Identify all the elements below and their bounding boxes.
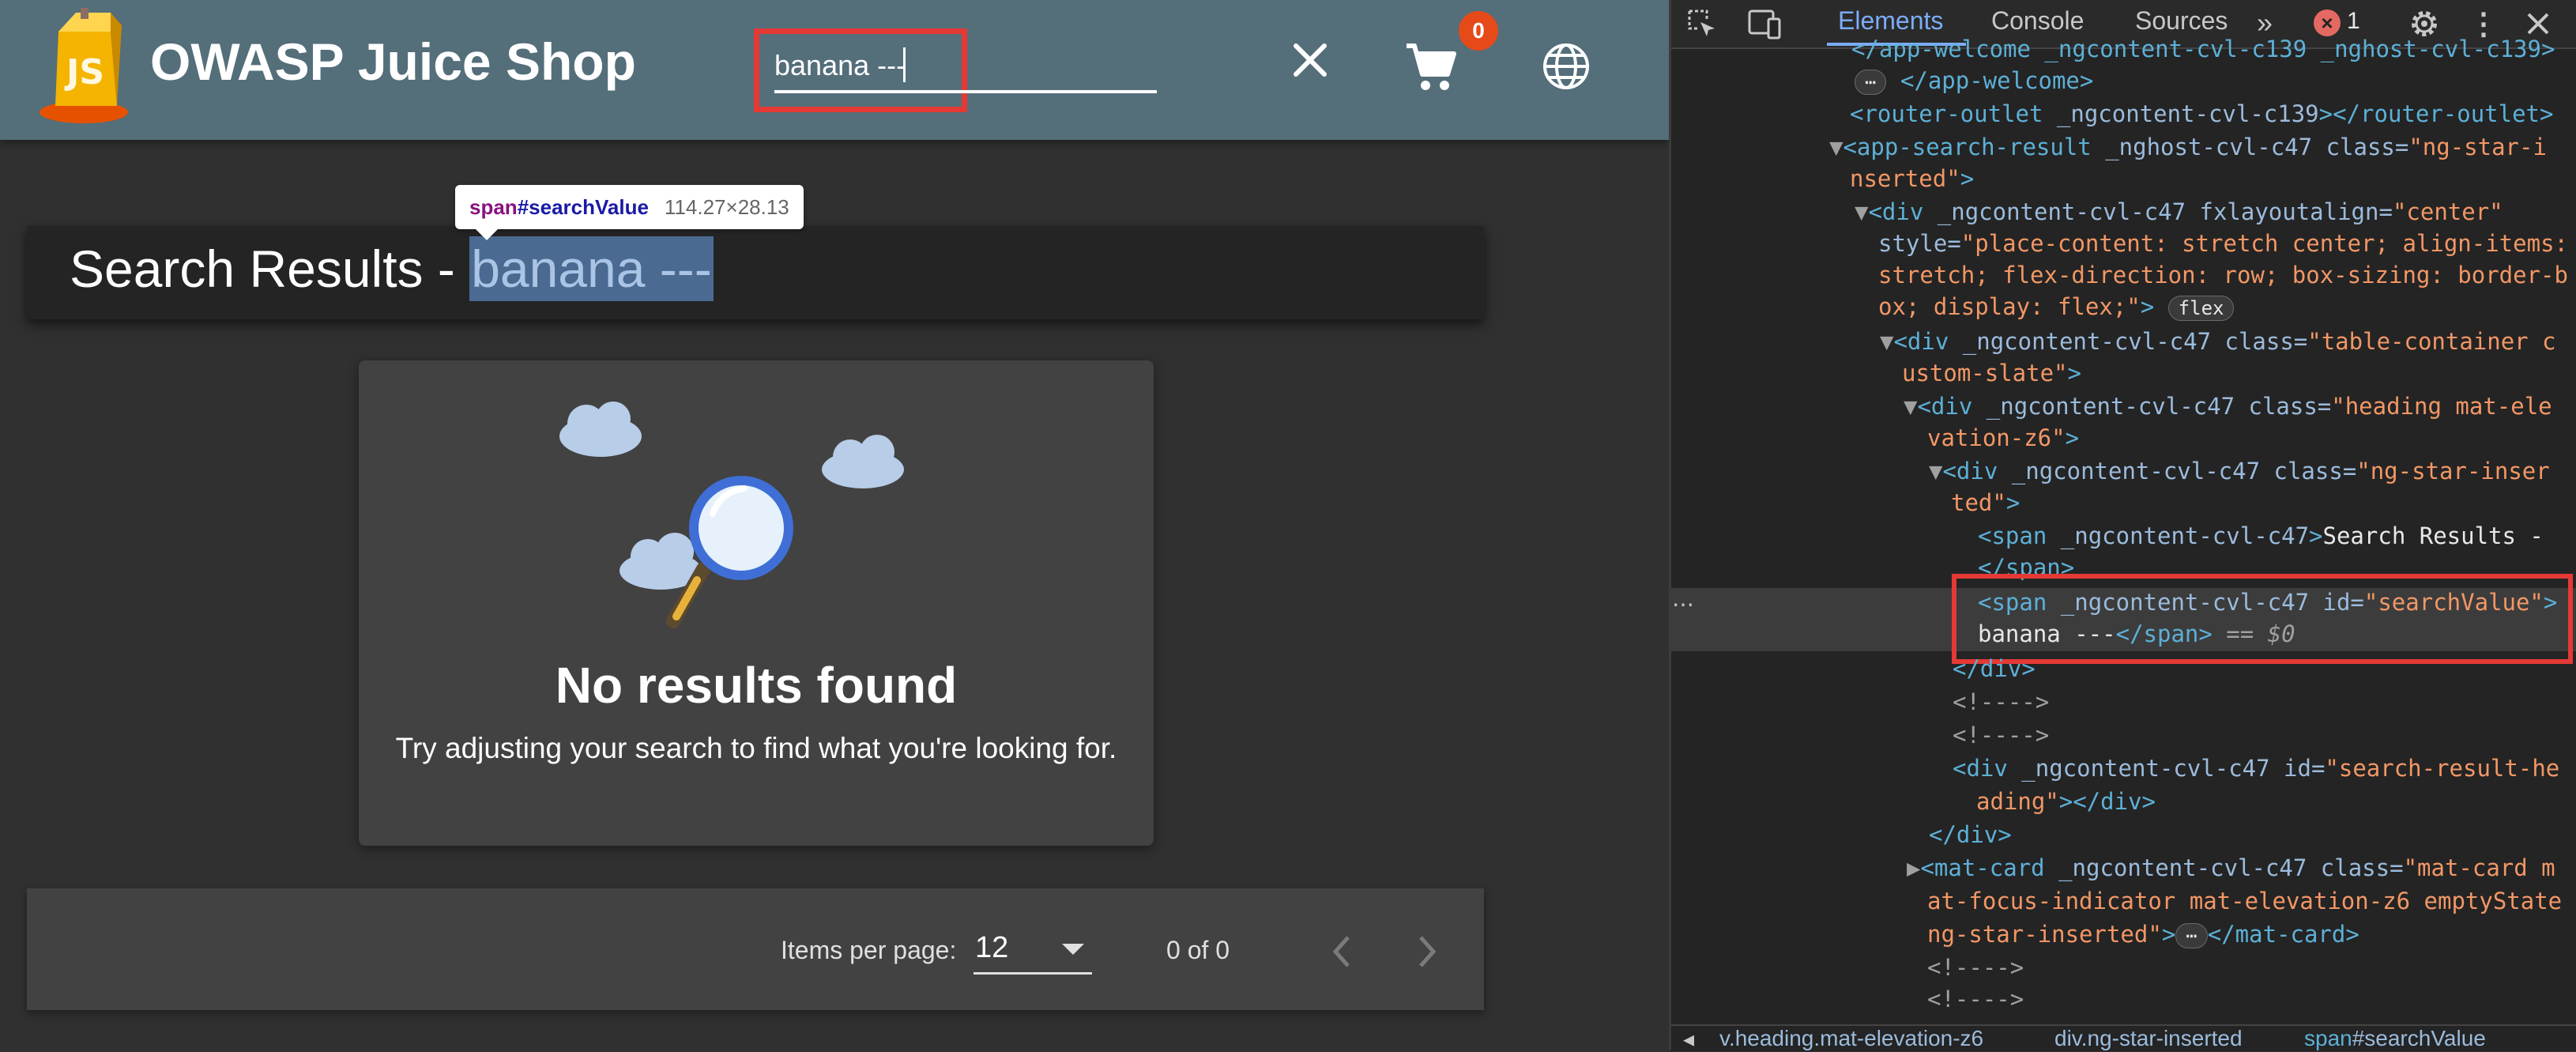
tooltip-size: 114.27×28.13	[664, 194, 789, 219]
tab-console[interactable]: Console	[1991, 6, 2084, 36]
items-per-page-select[interactable]: 12	[975, 931, 1008, 965]
dom-line[interactable]: ted">	[1671, 487, 2020, 518]
collapsed-ellipsis[interactable]: ⋯	[2175, 923, 2208, 948]
dom-line[interactable]: ustom-slate">	[1671, 357, 2081, 389]
selected-node-highlight-box	[1952, 574, 2573, 664]
items-per-page-underline	[974, 972, 1092, 975]
paginator-range-label: 0 of 0	[1166, 936, 1230, 964]
search-value-span[interactable]: banana ---	[469, 236, 714, 301]
dom-line[interactable]: <span _ngcontent-cvl-c47>Search Results …	[1671, 520, 2544, 552]
dom-line[interactable]: <!---->	[1671, 719, 2049, 751]
app-title[interactable]: OWASP Juice Shop	[150, 32, 636, 92]
chevron-down-icon[interactable]	[1062, 944, 1084, 955]
dom-line[interactable]: style="place-content: stretch center; al…	[1671, 228, 2568, 259]
dom-line[interactable]: vation-z6">	[1671, 422, 2079, 454]
tab-elements[interactable]: Elements	[1838, 6, 1943, 36]
dom-line[interactable]: ox; display: flex;"> flex	[1671, 291, 2235, 322]
dom-line[interactable]: <!---->	[1671, 686, 2049, 718]
breadcrumb-item[interactable]: v.heading.mat-elevation-z6	[1719, 1026, 1983, 1051]
search-input-underline	[774, 90, 1157, 93]
shopping-cart-icon[interactable]	[1403, 40, 1459, 95]
close-search-icon[interactable]	[1286, 36, 1334, 84]
dom-line[interactable]: at-focus-indicator mat-elevation-z6 empt…	[1671, 885, 2562, 917]
dom-line[interactable]: ading"></div>	[1671, 786, 2156, 817]
dom-line[interactable]: <!---->	[1671, 952, 2024, 983]
dom-line[interactable]: ▼<div _ngcontent-cvl-c47 fxlayoutalign="…	[1671, 196, 2503, 228]
svg-text:JS: JS	[64, 52, 104, 92]
tooltip-tag: span	[469, 194, 518, 219]
dom-line[interactable]: </div>	[1671, 653, 2036, 684]
dom-line[interactable]: <!---->	[1671, 983, 2024, 1015]
no-results-illustration	[559, 402, 904, 628]
juice-shop-logo[interactable]: JS	[35, 8, 137, 126]
collapsed-ellipsis[interactable]: ⋯	[1855, 70, 1887, 95]
dom-line[interactable]: ng-star-inserted"> ⋯ </mat-card>	[1671, 918, 2359, 950]
search-results-prefix: Search Results -	[70, 239, 470, 298]
dom-line[interactable]: <router-outlet _ngcontent-cvl-c139></rou…	[1671, 98, 2553, 130]
tooltip-arrow	[474, 228, 499, 240]
dom-line[interactable]: ▼<div _ngcontent-cvl-c47 class="heading …	[1671, 390, 2552, 422]
tab-sources[interactable]: Sources	[2135, 6, 2228, 36]
dom-line[interactable]: ▶<mat-card _ngcontent-cvl-c47 class="mat…	[1671, 852, 2555, 884]
dom-line[interactable]: ⋯ </app-welcome>	[1671, 65, 2093, 96]
tooltip-id: #searchValue	[517, 194, 649, 219]
previous-page-icon[interactable]	[1324, 929, 1359, 974]
dom-line[interactable]: ▼<div _ngcontent-cvl-c47 class="table-co…	[1671, 326, 2556, 357]
search-input[interactable]: banana ---	[774, 49, 906, 82]
dom-line[interactable]: </app-welcome _ngcontent-cvl-c139 _nghos…	[1671, 33, 2555, 65]
no-results-title: No results found	[555, 657, 958, 714]
breadcrumb-item[interactable]: div.ng-star-inserted	[2054, 1026, 2243, 1051]
dom-line[interactable]: ▼<div _ngcontent-cvl-c47 class="ng-star-…	[1671, 455, 2550, 487]
next-page-icon[interactable]	[1410, 929, 1444, 974]
language-globe-icon[interactable]	[1541, 41, 1591, 92]
dom-line[interactable]: </div>	[1671, 819, 2012, 850]
dom-line[interactable]: ▼<app-search-result _nghost-cvl-c47 clas…	[1671, 131, 2547, 163]
flex-badge[interactable]: flex	[2167, 296, 2235, 321]
error-icon[interactable]: ×	[2314, 9, 2341, 36]
cart-count-badge: 0	[1459, 11, 1498, 51]
dom-line[interactable]: nserted">	[1671, 163, 1974, 194]
no-results-description: Try adjusting your search to find what y…	[395, 732, 1117, 764]
paginator	[27, 888, 1484, 1010]
error-count[interactable]: 1	[2347, 8, 2360, 35]
text-caret	[903, 47, 906, 82]
dom-line[interactable]: <div _ngcontent-cvl-c47 id="search-resul…	[1671, 752, 2559, 784]
breadcrumb-item-active[interactable]: span#searchValue	[2304, 1026, 2486, 1051]
breadcrumb-arrow-icon[interactable]: ◂	[1683, 1026, 1694, 1052]
items-per-page-label: Items per page:	[781, 936, 957, 964]
dom-line[interactable]: stretch; flex-direction: row; box-sizing…	[1671, 259, 2568, 291]
devtools-element-tooltip: span #searchValue 114.27×28.13	[455, 185, 804, 229]
search-results-title: Search Results - banana ---	[70, 236, 714, 301]
